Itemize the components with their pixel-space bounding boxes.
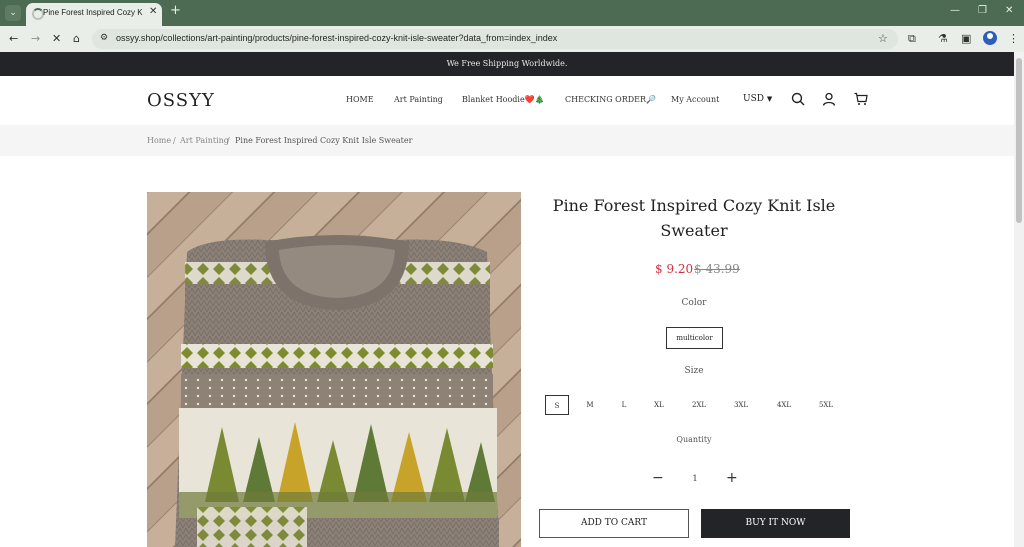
- browser-tab-bar: ⌄ Pine Forest Inspired Cozy Knit Isle ✕ …: [0, 0, 1024, 26]
- breadcrumb-home[interactable]: Home: [147, 136, 171, 145]
- forward-icon[interactable]: →: [31, 32, 40, 45]
- restore-icon[interactable]: ❐: [978, 5, 987, 16]
- size-option-5xl[interactable]: 5XL: [814, 395, 838, 415]
- window-close-icon[interactable]: ✕: [1005, 5, 1013, 16]
- minimize-icon[interactable]: —: [950, 5, 960, 16]
- stop-loading-icon[interactable]: ✕: [52, 32, 61, 45]
- quantity-value[interactable]: 1: [690, 474, 700, 483]
- compare-at-price: $ 43.99: [694, 262, 740, 276]
- sale-price: $ 9.20: [655, 262, 694, 276]
- tab-search-icon[interactable]: ⌄: [5, 5, 21, 21]
- search-icon[interactable]: [791, 92, 805, 106]
- url-text[interactable]: ossyy.shop/collections/art-painting/prod…: [116, 33, 557, 43]
- breadcrumb-separator: /: [227, 136, 230, 145]
- size-option-l[interactable]: L: [612, 395, 636, 415]
- nav-blanket-hoodie[interactable]: Blanket Hoodie❤️🎄: [462, 95, 545, 104]
- site-header: OSSYY HOME Art Painting Blanket Hoodie❤️…: [0, 76, 1014, 125]
- browser-tab[interactable]: Pine Forest Inspired Cozy Knit Isle ✕: [26, 3, 162, 26]
- extensions-icon[interactable]: ⧉: [908, 32, 916, 46]
- new-tab-icon[interactable]: +: [170, 3, 181, 18]
- tab-title: Pine Forest Inspired Cozy Knit Isle: [43, 8, 143, 17]
- bookmark-star-icon[interactable]: ☆: [878, 32, 888, 45]
- size-option-4xl[interactable]: 4XL: [772, 395, 796, 415]
- breadcrumb-current: Pine Forest Inspired Cozy Knit Isle Swea…: [235, 136, 413, 145]
- breadcrumb: Home / Art Painting / Pine Forest Inspir…: [0, 125, 1014, 156]
- breadcrumb-art-painting[interactable]: Art Painting: [180, 136, 229, 145]
- product-title: Pine Forest Inspired Cozy Knit Isle Swea…: [552, 196, 836, 240]
- announcement-bar: We Free Shipping Worldwide.: [0, 52, 1014, 76]
- size-label: Size: [684, 366, 704, 376]
- currency-selector[interactable]: USD ▼: [743, 94, 772, 104]
- profile-avatar-icon[interactable]: [983, 31, 997, 45]
- home-icon[interactable]: ⌂: [73, 32, 80, 45]
- browser-toolbar: ← → ✕ ⌂ ⚙ ossyy.shop/collections/art-pai…: [0, 26, 1024, 52]
- side-panel-icon[interactable]: ▣: [961, 32, 971, 45]
- nav-checking-order[interactable]: CHECKING ORDER🔎: [565, 95, 656, 104]
- color-label: Color: [681, 298, 707, 308]
- address-bar[interactable]: ⚙ ossyy.shop/collections/art-painting/pr…: [92, 29, 898, 49]
- scrollbar-thumb[interactable]: [1016, 58, 1022, 223]
- nav-home[interactable]: HOME: [346, 95, 374, 104]
- size-option-s[interactable]: S: [545, 395, 569, 415]
- lab-flask-icon[interactable]: ⚗: [938, 32, 948, 45]
- currency-value: USD: [743, 94, 764, 104]
- site-info-icon[interactable]: ⚙: [100, 33, 108, 43]
- user-account-icon[interactable]: [822, 92, 836, 106]
- breadcrumb-separator: /: [173, 136, 176, 145]
- caret-down-icon: ▼: [766, 95, 773, 103]
- size-option-2xl[interactable]: 2XL: [687, 395, 711, 415]
- buy-it-now-button[interactable]: BUY IT NOW: [701, 509, 850, 538]
- nav-art-painting[interactable]: Art Painting: [394, 95, 443, 104]
- quantity-label: Quantity: [676, 435, 712, 444]
- nav-my-account[interactable]: My Account: [671, 95, 719, 104]
- color-option-multicolor[interactable]: multicolor: [666, 327, 723, 349]
- quantity-increase-icon[interactable]: +: [726, 470, 738, 486]
- size-option-m[interactable]: M: [578, 395, 602, 415]
- add-to-cart-button[interactable]: ADD TO CART: [539, 509, 689, 538]
- product-image[interactable]: [147, 192, 521, 547]
- tab-close-icon[interactable]: ✕: [149, 6, 157, 17]
- back-icon[interactable]: ←: [9, 32, 18, 45]
- site-logo[interactable]: OSSYY: [147, 90, 215, 111]
- size-option-3xl[interactable]: 3XL: [729, 395, 753, 415]
- cart-icon[interactable]: [854, 92, 868, 106]
- size-option-xl[interactable]: XL: [647, 395, 671, 415]
- quantity-decrease-icon[interactable]: −: [652, 470, 664, 486]
- browser-menu-icon[interactable]: ⋮: [1008, 32, 1019, 45]
